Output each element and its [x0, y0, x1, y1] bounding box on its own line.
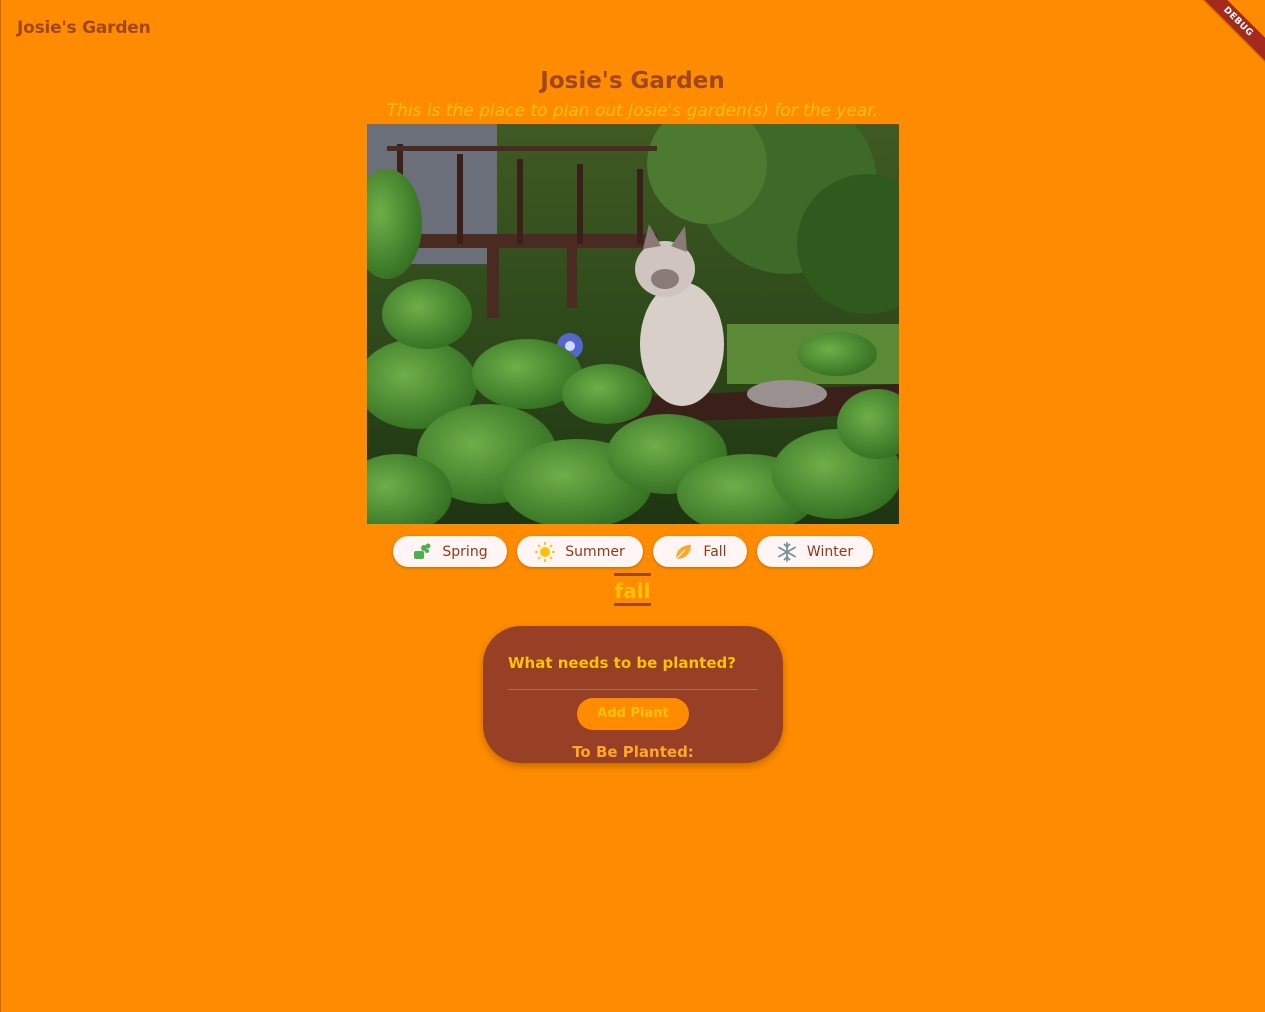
- sprout-icon: [414, 543, 431, 559]
- plant-input-underline: [508, 689, 758, 690]
- page-title: Josie's Garden: [540, 68, 725, 94]
- season-chip-label: Winter: [806, 543, 854, 560]
- season-chip-summer[interactable]: Summer: [517, 536, 643, 567]
- page-subtitle: This is the place to plan out Josie's ga…: [386, 101, 879, 121]
- selected-season-label: fall: [614, 573, 651, 606]
- season-chip-label: Spring: [442, 543, 488, 560]
- snowflake-icon: [778, 541, 796, 562]
- to-be-planted-heading: To Be Planted:: [572, 743, 694, 761]
- app-bar-title: Josie's Garden: [17, 18, 151, 38]
- season-chip-winter[interactable]: Winter: [757, 536, 873, 567]
- season-chip-label: Summer: [565, 543, 625, 560]
- add-plant-button[interactable]: Add Plant: [577, 698, 689, 730]
- selected-season-text: fall: [614, 579, 651, 603]
- window-edge: [0, 0, 1, 1012]
- season-chip-label: Fall: [703, 543, 727, 560]
- leaf-icon: [675, 544, 692, 559]
- season-chip-spring[interactable]: Spring: [393, 536, 507, 567]
- planting-card: What needs to be planted? Add Plant To B…: [483, 626, 783, 763]
- debug-banner: DEBUG: [1193, 0, 1265, 67]
- sun-icon: [535, 541, 556, 562]
- garden-photo: [367, 124, 899, 524]
- season-chip-fall[interactable]: Fall: [653, 536, 747, 567]
- plant-input-label[interactable]: What needs to be planted?: [508, 654, 736, 672]
